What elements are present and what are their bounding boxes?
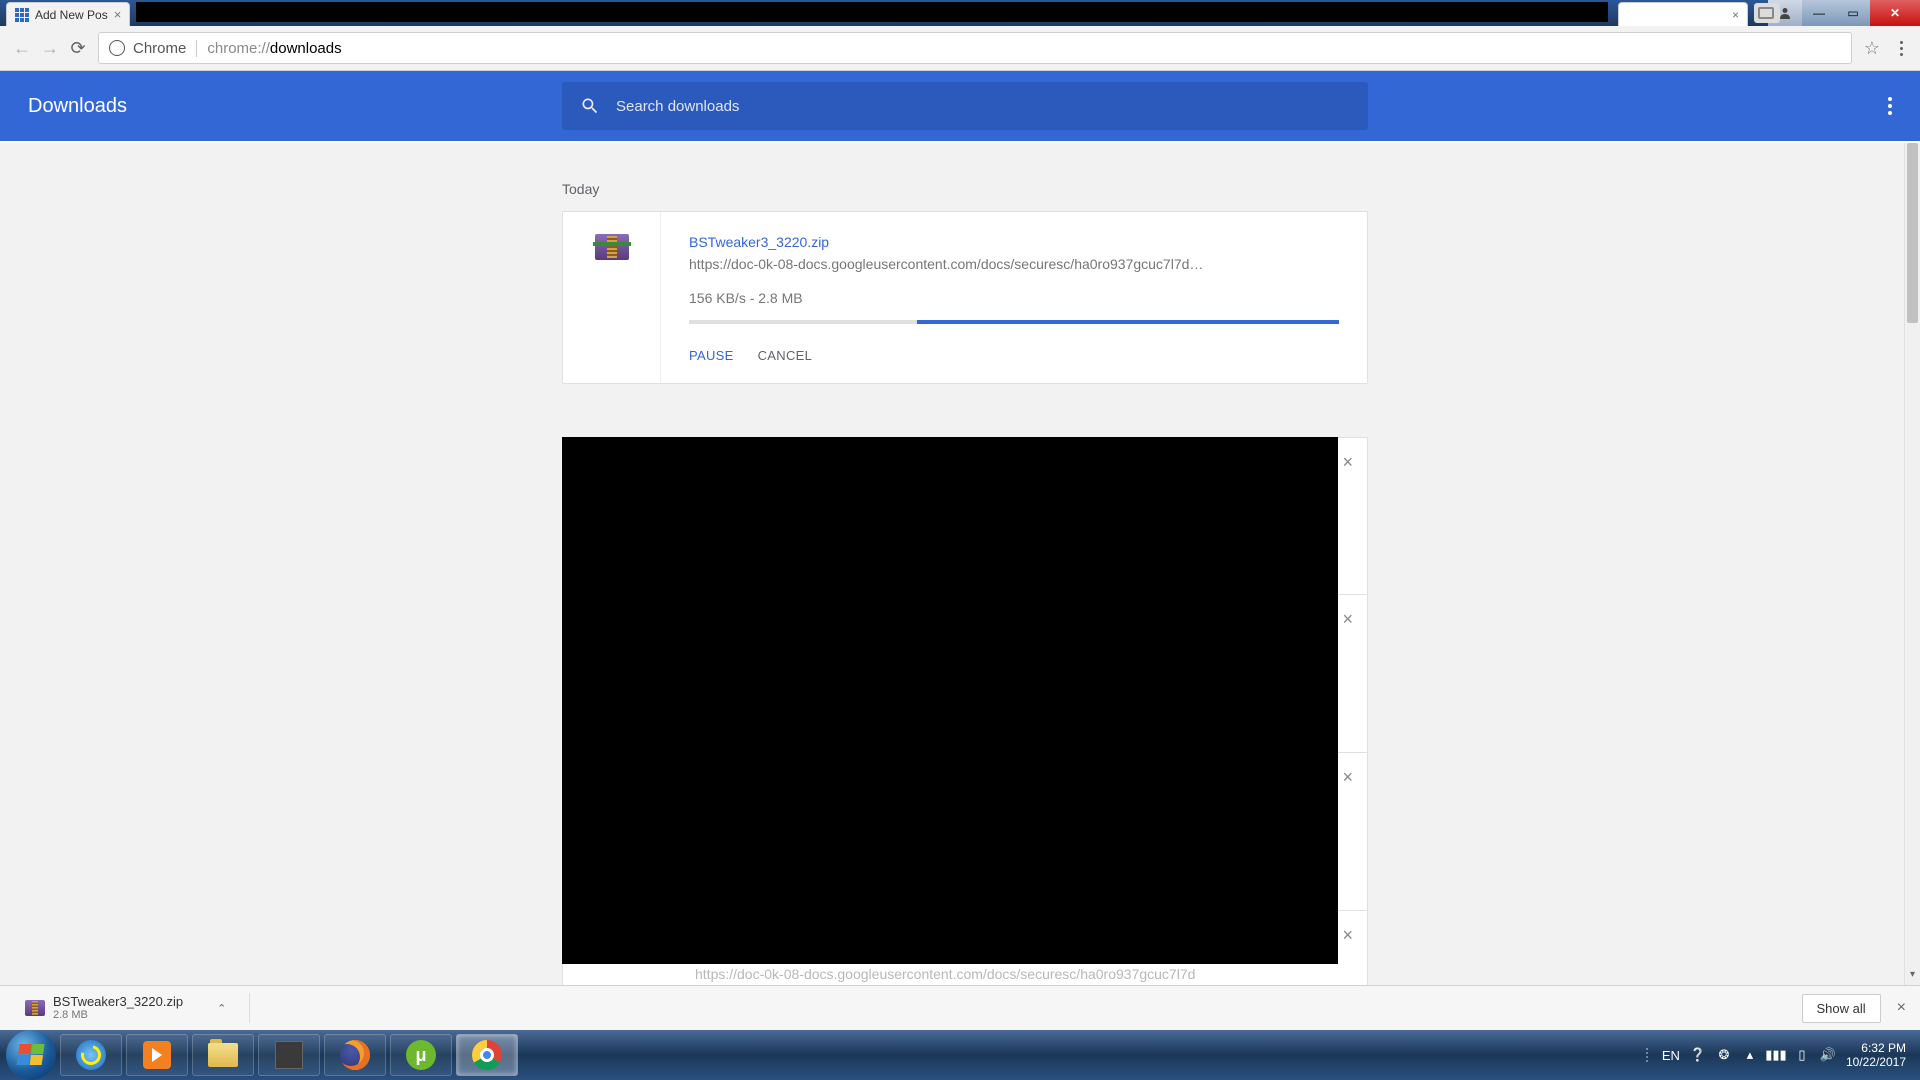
shelf-filename: BSTweaker3_3220.zip [53, 995, 183, 1009]
toolbar: ← → ⟳ Chrome chrome://downloads ☆ [0, 26, 1920, 71]
download-source-url[interactable]: https://doc-0k-08-docs.googleusercontent… [689, 256, 1339, 272]
grid-favicon-icon [15, 8, 29, 22]
help-tray-icon[interactable]: ❔ [1690, 1047, 1706, 1063]
taskbar-app-utorrent[interactable]: μ [390, 1034, 452, 1076]
taskbar-app-explorer[interactable] [192, 1034, 254, 1076]
chrome-icon [472, 1040, 502, 1070]
redacted-overlay [562, 437, 1338, 964]
shelf-download-item[interactable]: BSTweaker3_3220.zip 2.8 MB ⌃ [14, 990, 237, 1026]
tray-separator-icon [1646, 1040, 1652, 1070]
tab-close-icon[interactable]: × [114, 7, 122, 22]
remove-download-icon[interactable]: × [1342, 767, 1353, 788]
site-info-icon[interactable] [109, 40, 125, 56]
clock-time: 6:32 PM [1846, 1041, 1906, 1055]
pause-button[interactable]: PAUSE [689, 348, 734, 363]
download-item: BSTweaker3_3220.zip https://doc-0k-08-do… [562, 211, 1368, 384]
bookmark-star-icon[interactable]: ☆ [1864, 38, 1880, 59]
back-button[interactable]: ← [8, 34, 36, 62]
taskbar-app-mediaplayer[interactable] [126, 1034, 188, 1076]
network-signal-icon[interactable]: ▮▮▮ [1768, 1047, 1784, 1063]
cancel-button[interactable]: CANCEL [758, 348, 813, 363]
downloads-header: Downloads [0, 71, 1920, 141]
shelf-filesize: 2.8 MB [53, 1009, 183, 1021]
download-filename-link[interactable]: BSTweaker3_3220.zip [689, 234, 1339, 250]
download-shelf: BSTweaker3_3220.zip 2.8 MB ⌃ Show all × [0, 985, 1920, 1030]
download-progress-text: 156 KB/s - 2.8 MB [689, 290, 1339, 306]
app-icon [275, 1041, 303, 1069]
url-text: chrome://downloads [207, 40, 341, 57]
taskbar-app-generic[interactable] [258, 1034, 320, 1076]
scrollbar-thumb[interactable] [1907, 143, 1918, 323]
downloads-tab[interactable]: × [1618, 2, 1748, 26]
system-tray: EN ❔ ❂ ▴ ▮▮▮ ▯ 🔊 6:32 PM 10/22/2017 [1646, 1040, 1914, 1070]
windows-taskbar: μ EN ❔ ❂ ▴ ▮▮▮ ▯ 🔊 6:32 PM 10/22/2017 [0, 1030, 1920, 1080]
partial-url-text: https://doc-0k-08-docs.googleusercontent… [695, 966, 1195, 982]
download-body: BSTweaker3_3220.zip https://doc-0k-08-do… [661, 212, 1367, 383]
page-title: Downloads [28, 95, 127, 118]
play-icon [143, 1041, 171, 1069]
remove-download-icon[interactable]: × [1342, 609, 1353, 630]
tray-icon[interactable]: ❂ [1716, 1047, 1732, 1063]
clock-date: 10/22/2017 [1846, 1055, 1906, 1069]
shelf-item-menu-icon[interactable]: ⌃ [217, 1002, 226, 1015]
redacted-tabs [136, 2, 1608, 22]
downloads-menu-button[interactable] [1888, 97, 1892, 115]
new-tab-button[interactable] [1754, 3, 1780, 23]
download-actions: PAUSE CANCEL [689, 348, 1339, 363]
archive-file-icon [25, 1000, 45, 1016]
scroll-down-arrow-icon[interactable]: ▾ [1905, 969, 1920, 985]
search-input[interactable] [616, 98, 1350, 115]
taskbar-app-chrome[interactable] [456, 1034, 518, 1076]
archive-file-icon [595, 234, 629, 260]
close-shelf-button[interactable]: × [1897, 999, 1906, 1017]
window-minimize-button[interactable]: — [1802, 0, 1836, 26]
tab-close-icon[interactable]: × [1732, 8, 1739, 22]
browser-tab[interactable]: Add New Pos × [6, 2, 130, 26]
download-progress-bar [689, 320, 1339, 324]
utorrent-icon: μ [406, 1040, 436, 1070]
window-close-button[interactable]: ✕ [1870, 0, 1920, 26]
firefox-icon [340, 1040, 370, 1070]
tab-title: Add New Pos [35, 8, 108, 22]
download-progress-fill [917, 320, 1340, 324]
taskbar-app-firefox[interactable] [324, 1034, 386, 1076]
start-button[interactable] [6, 1030, 56, 1080]
show-all-downloads-button[interactable]: Show all [1802, 994, 1881, 1023]
volume-icon[interactable]: 🔊 [1820, 1047, 1836, 1063]
folder-icon [208, 1043, 238, 1067]
forward-button: → [36, 34, 64, 62]
taskbar-app-ie[interactable] [60, 1034, 122, 1076]
window-maximize-button[interactable]: ▭ [1836, 0, 1870, 26]
battery-icon[interactable]: ▯ [1794, 1047, 1810, 1063]
download-icon-column [563, 212, 661, 383]
search-icon [580, 96, 600, 116]
url-scheme-label: Chrome [133, 40, 197, 57]
language-indicator[interactable]: EN [1662, 1048, 1680, 1063]
reload-button[interactable]: ⟳ [64, 38, 92, 59]
vertical-scrollbar[interactable]: ▴ ▾ [1904, 143, 1920, 985]
remove-download-icon[interactable]: × [1342, 452, 1353, 473]
ie-icon [76, 1040, 106, 1070]
tab-strip: Add New Pos × × [0, 0, 1780, 26]
chrome-menu-button[interactable] [1890, 41, 1912, 56]
divider [249, 993, 250, 1023]
taskbar-clock[interactable]: 6:32 PM 10/22/2017 [1846, 1041, 1906, 1070]
date-section-label: Today [562, 181, 599, 197]
windows-logo-icon [16, 1044, 45, 1066]
search-downloads-box[interactable] [562, 82, 1368, 130]
address-bar[interactable]: Chrome chrome://downloads [98, 32, 1852, 64]
downloads-content: Today BSTweaker3_3220.zip https://doc-0k… [0, 143, 1904, 985]
remove-download-icon[interactable]: × [1342, 925, 1353, 946]
tray-chevron-icon[interactable]: ▴ [1742, 1047, 1758, 1063]
